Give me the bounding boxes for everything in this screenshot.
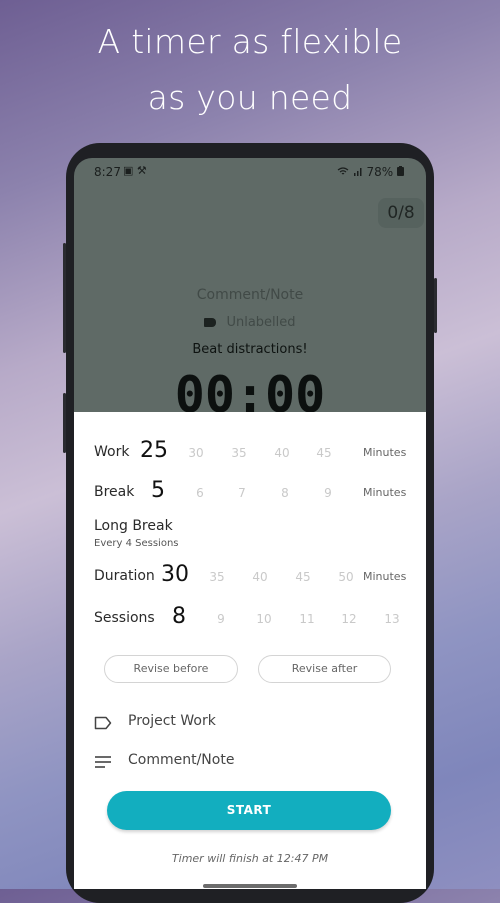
long-break-label: Long Break bbox=[94, 518, 173, 534]
marketing-headline: A timer as flexible as you need bbox=[0, 14, 500, 126]
break-option[interactable]: 9 bbox=[313, 486, 343, 500]
project-label-field[interactable]: Project Work bbox=[94, 711, 414, 735]
duration-unit: Minutes bbox=[363, 570, 407, 583]
sessions-option[interactable]: 9 bbox=[206, 612, 236, 626]
work-value[interactable]: 25 bbox=[140, 438, 168, 463]
work-option[interactable]: 30 bbox=[181, 446, 211, 460]
phone-power-button bbox=[434, 278, 437, 333]
background-comment-note: Comment/Note bbox=[196, 287, 304, 303]
session-counter-badge[interactable]: 0/8 bbox=[378, 198, 424, 228]
status-bar: 8:27 ▣ ⚒ 78% bbox=[74, 158, 426, 186]
long-break-row[interactable]: Long Break Every 4 Sessions bbox=[74, 518, 426, 554]
work-option[interactable]: 45 bbox=[309, 446, 339, 460]
phone-side-button bbox=[63, 393, 66, 453]
duration-label: Duration bbox=[94, 568, 155, 584]
phone-side-button bbox=[63, 243, 66, 353]
duration-value[interactable]: 30 bbox=[161, 562, 189, 587]
revise-after-chip[interactable]: Revise after bbox=[258, 655, 391, 683]
sessions-option[interactable]: 13 bbox=[377, 612, 407, 626]
long-break-interval: Every 4 Sessions bbox=[94, 538, 179, 549]
comment-note-placeholder: Comment/Note bbox=[128, 752, 235, 768]
home-indicator-bar[interactable] bbox=[203, 884, 297, 888]
status-notification-icons: ▣ ⚒ bbox=[123, 164, 147, 177]
sessions-option[interactable]: 12 bbox=[334, 612, 364, 626]
background-motto: Beat distractions! bbox=[192, 342, 308, 357]
phone-screen: 8:27 ▣ ⚒ 78% 0/8 Comment/Note Unlabelled… bbox=[74, 158, 426, 889]
duration-row: Duration 30 35 40 45 50 Minutes bbox=[74, 562, 426, 592]
break-option[interactable]: 7 bbox=[227, 486, 257, 500]
background-label: Unlabelled bbox=[74, 315, 426, 330]
break-row: Break 5 6 7 8 9 Minutes bbox=[74, 478, 426, 508]
label-tag-icon bbox=[94, 715, 112, 734]
signal-icon bbox=[353, 165, 367, 179]
duration-option[interactable]: 50 bbox=[331, 570, 361, 584]
work-row: Work 25 30 35 40 45 Minutes bbox=[74, 438, 426, 468]
sessions-row: Sessions 8 9 10 11 12 13 bbox=[74, 604, 426, 634]
sessions-option[interactable]: 11 bbox=[292, 612, 322, 626]
headline-line-1: A timer as flexible bbox=[97, 22, 403, 61]
break-label: Break bbox=[94, 484, 135, 500]
status-time: 8:27 bbox=[94, 165, 121, 179]
work-option[interactable]: 40 bbox=[267, 446, 297, 460]
revise-before-chip[interactable]: Revise before bbox=[104, 655, 238, 683]
comment-note-field[interactable]: Comment/Note bbox=[94, 750, 414, 774]
break-unit: Minutes bbox=[363, 486, 407, 499]
sessions-label: Sessions bbox=[94, 610, 155, 626]
battery-percent: 78% bbox=[366, 165, 394, 179]
battery-icon bbox=[397, 165, 404, 179]
project-label-text: Project Work bbox=[128, 713, 216, 729]
duration-option[interactable]: 40 bbox=[245, 570, 275, 584]
break-option[interactable]: 8 bbox=[270, 486, 300, 500]
status-right: 78% bbox=[337, 165, 404, 179]
notes-lines-icon bbox=[94, 754, 112, 773]
work-unit: Minutes bbox=[363, 446, 407, 459]
work-label: Work bbox=[94, 444, 130, 460]
label-tag-icon bbox=[204, 318, 217, 327]
duration-option[interactable]: 45 bbox=[288, 570, 318, 584]
sessions-value[interactable]: 8 bbox=[172, 604, 186, 629]
work-option[interactable]: 35 bbox=[224, 446, 254, 460]
finish-time-text: Timer will finish at 12:47 PM bbox=[171, 852, 329, 865]
background-label-text: Unlabelled bbox=[226, 315, 296, 330]
start-button[interactable]: START bbox=[107, 791, 391, 830]
headline-line-2: as you need bbox=[147, 78, 353, 117]
break-value[interactable]: 5 bbox=[151, 478, 165, 503]
wifi-icon bbox=[337, 165, 353, 179]
sessions-option[interactable]: 10 bbox=[249, 612, 279, 626]
duration-option[interactable]: 35 bbox=[202, 570, 232, 584]
break-option[interactable]: 6 bbox=[185, 486, 215, 500]
